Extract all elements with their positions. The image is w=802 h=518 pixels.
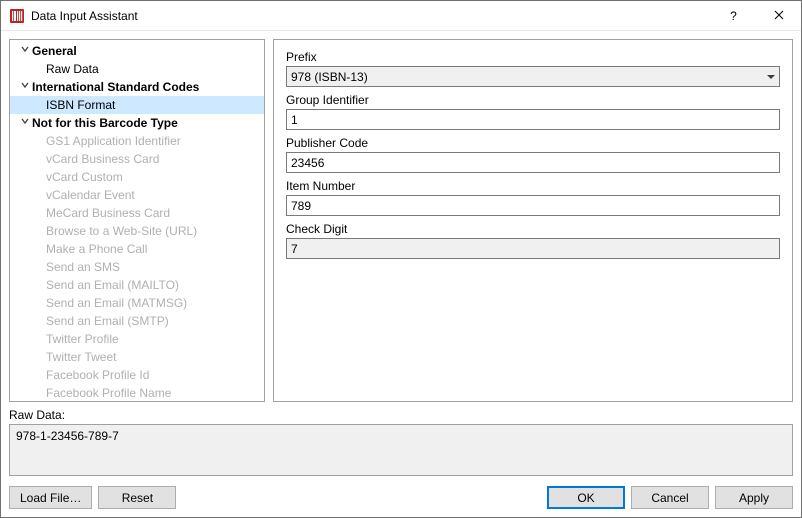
tree-item: Twitter Tweet bbox=[10, 348, 264, 366]
tree-item[interactable]: Raw Data bbox=[10, 60, 264, 78]
tree-group-label: General bbox=[32, 42, 77, 60]
reset-button[interactable]: Reset bbox=[98, 486, 176, 509]
prefix-label: Prefix bbox=[286, 50, 780, 64]
tree-item-label: Twitter Tweet bbox=[46, 348, 116, 366]
raw-data-area: Raw Data: 978-1-23456-789-7 bbox=[9, 408, 793, 476]
tree-group-header[interactable]: General bbox=[10, 42, 264, 60]
tree-item-label: Make a Phone Call bbox=[46, 240, 147, 258]
tree-group-label: International Standard Codes bbox=[32, 78, 199, 96]
tree-item-label: Raw Data bbox=[46, 60, 99, 78]
tree-item-label: Browse to a Web-Site (URL) bbox=[46, 222, 197, 240]
tree-item: vCard Business Card bbox=[10, 150, 264, 168]
app-icon bbox=[9, 8, 25, 24]
category-tree-scroll[interactable]: GeneralRaw DataInternational Standard Co… bbox=[10, 40, 264, 401]
dialog-body: GeneralRaw DataInternational Standard Co… bbox=[1, 31, 801, 517]
field-publisher-code: Publisher Code bbox=[286, 136, 780, 173]
titlebar: Data Input Assistant ? bbox=[1, 1, 801, 31]
item-number-input[interactable] bbox=[286, 195, 780, 216]
tree-item: vCard Custom bbox=[10, 168, 264, 186]
close-icon bbox=[774, 9, 784, 23]
tree-item-label: Send an SMS bbox=[46, 258, 120, 276]
tree-item: Facebook Profile Id bbox=[10, 366, 264, 384]
tree-item-label: GS1 Application Identifier bbox=[46, 132, 181, 150]
form-panel: Prefix Group Identifier Publisher Code bbox=[273, 39, 793, 402]
dialog-window: Data Input Assistant ? GeneralRaw DataIn… bbox=[0, 0, 802, 518]
chevron-down-icon bbox=[18, 114, 32, 132]
category-tree: GeneralRaw DataInternational Standard Co… bbox=[10, 40, 264, 401]
tree-group-header[interactable]: Not for this Barcode Type bbox=[10, 114, 264, 132]
check-digit-label: Check Digit bbox=[286, 222, 780, 236]
tree-item-label: vCalendar Event bbox=[46, 186, 135, 204]
tree-item: Send an Email (MATMSG) bbox=[10, 294, 264, 312]
tree-item-label: vCard Custom bbox=[46, 168, 123, 186]
tree-item-label: Send an Email (MATMSG) bbox=[46, 294, 187, 312]
field-prefix: Prefix bbox=[286, 50, 780, 87]
tree-item: MeCard Business Card bbox=[10, 204, 264, 222]
load-file-button[interactable]: Load File… bbox=[9, 486, 92, 509]
raw-data-label: Raw Data: bbox=[9, 408, 793, 422]
raw-data-value: 978-1-23456-789-7 bbox=[16, 429, 119, 443]
window-title: Data Input Assistant bbox=[31, 9, 711, 23]
tree-item-label: Twitter Profile bbox=[46, 330, 119, 348]
tree-item-label: MeCard Business Card bbox=[46, 204, 170, 222]
publisher-code-input[interactable] bbox=[286, 152, 780, 173]
category-tree-panel: GeneralRaw DataInternational Standard Co… bbox=[9, 39, 265, 402]
field-group-identifier: Group Identifier bbox=[286, 93, 780, 130]
window-close-button[interactable] bbox=[756, 1, 801, 30]
tree-item: Make a Phone Call bbox=[10, 240, 264, 258]
help-button[interactable]: ? bbox=[711, 1, 756, 30]
item-number-label: Item Number bbox=[286, 179, 780, 193]
tree-item: GS1 Application Identifier bbox=[10, 132, 264, 150]
tree-group-label: Not for this Barcode Type bbox=[32, 114, 178, 132]
tree-item: vCalendar Event bbox=[10, 186, 264, 204]
tree-item[interactable]: ISBN Format bbox=[10, 96, 264, 114]
tree-item-label: Facebook Profile Id bbox=[46, 366, 149, 384]
field-check-digit: Check Digit bbox=[286, 222, 780, 259]
tree-item-label: Send an Email (SMTP) bbox=[46, 312, 169, 330]
cancel-button[interactable]: Cancel bbox=[631, 486, 709, 509]
publisher-code-label: Publisher Code bbox=[286, 136, 780, 150]
check-digit-input bbox=[286, 238, 780, 259]
tree-group-header[interactable]: International Standard Codes bbox=[10, 78, 264, 96]
tree-item: Browse to a Web-Site (URL) bbox=[10, 222, 264, 240]
prefix-select[interactable] bbox=[286, 66, 780, 87]
apply-button[interactable]: Apply bbox=[715, 486, 793, 509]
field-item-number: Item Number bbox=[286, 179, 780, 216]
tree-item-label: Send an Email (MAILTO) bbox=[46, 276, 179, 294]
tree-item: Send an SMS bbox=[10, 258, 264, 276]
help-icon: ? bbox=[730, 9, 737, 23]
tree-item-label: vCard Business Card bbox=[46, 150, 159, 168]
raw-data-box: 978-1-23456-789-7 bbox=[9, 424, 793, 476]
group-identifier-label: Group Identifier bbox=[286, 93, 780, 107]
chevron-down-icon bbox=[18, 42, 32, 60]
group-identifier-input[interactable] bbox=[286, 109, 780, 130]
tree-item: Facebook Profile Name bbox=[10, 384, 264, 401]
tree-item-label: ISBN Format bbox=[46, 96, 115, 114]
ok-button[interactable]: OK bbox=[547, 486, 625, 509]
tree-item: Send an Email (SMTP) bbox=[10, 312, 264, 330]
prefix-value[interactable] bbox=[286, 66, 780, 87]
chevron-down-icon bbox=[18, 78, 32, 96]
tree-item: Send an Email (MAILTO) bbox=[10, 276, 264, 294]
upper-split: GeneralRaw DataInternational Standard Co… bbox=[9, 39, 793, 402]
button-row: Load File… Reset OK Cancel Apply bbox=[9, 482, 793, 509]
tree-item: Twitter Profile bbox=[10, 330, 264, 348]
tree-item-label: Facebook Profile Name bbox=[46, 384, 171, 401]
